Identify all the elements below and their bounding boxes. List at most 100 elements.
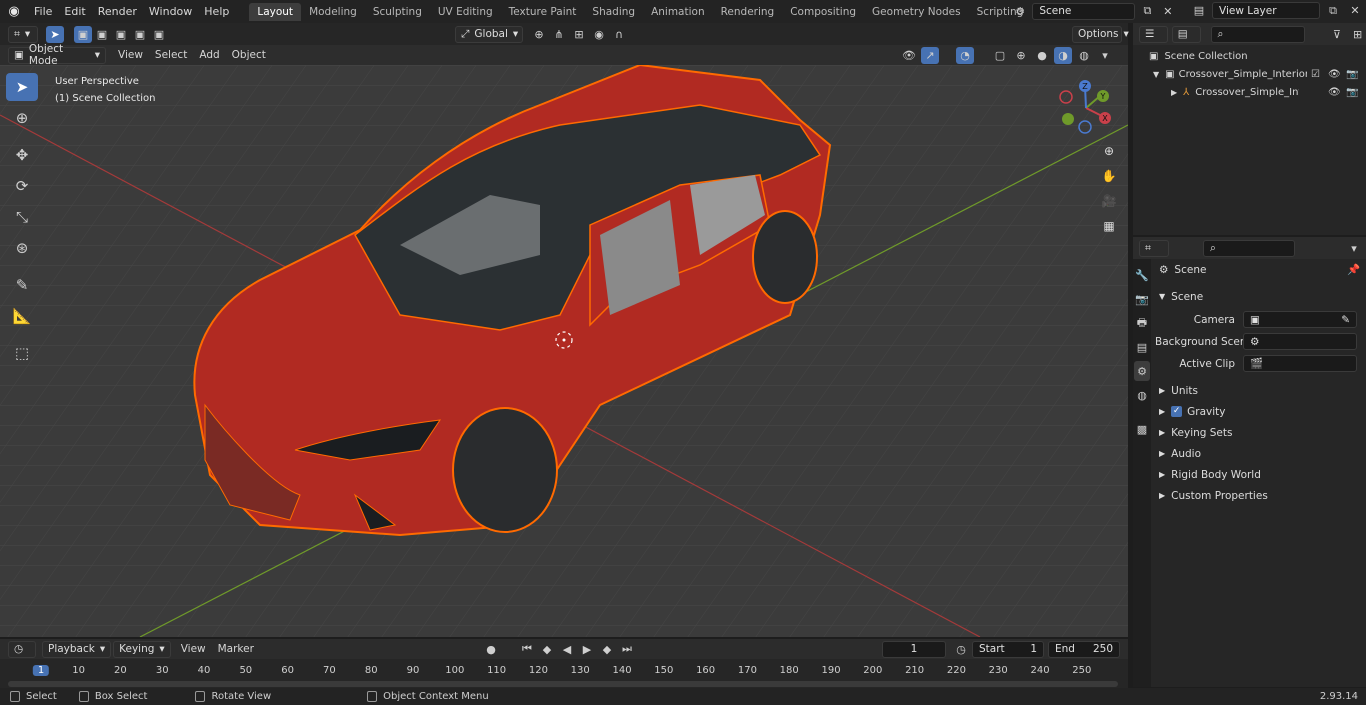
menu-add[interactable]: Add — [193, 49, 225, 61]
tab-layout[interactable]: Layout — [249, 2, 302, 21]
subpanel-keying-sets[interactable]: ▶ Keying Sets — [1155, 422, 1366, 443]
scene-name-field[interactable]: Scene — [1032, 2, 1136, 20]
select-extend-icon[interactable]: ▣ — [93, 26, 111, 43]
menu-view[interactable]: View — [112, 49, 149, 61]
overlay-toggle-icon[interactable]: ◔ — [956, 46, 974, 64]
wireframe-shading-icon[interactable]: ⊕ — [1012, 47, 1030, 64]
move-tool-icon[interactable]: ✥ — [6, 141, 38, 169]
preview-range-icon[interactable]: ◷ — [952, 641, 970, 658]
new-collection-icon[interactable]: ⊞ — [1349, 26, 1366, 43]
transform-tool-icon[interactable]: ⊛ — [6, 234, 38, 262]
playback-menu[interactable]: Playback ▾ — [42, 640, 112, 658]
copy-scene-icon[interactable]: ⧉ — [1139, 3, 1155, 20]
menu-object[interactable]: Object — [226, 49, 272, 61]
scene-icon[interactable]: ⚙ — [1012, 3, 1028, 20]
snap-icon[interactable]: ⋔ — [550, 26, 568, 43]
pivot-point-icon[interactable]: ⊕ — [530, 26, 548, 43]
tab-compositing[interactable]: Compositing — [782, 3, 864, 21]
camera-view-icon[interactable]: 🎥 — [1098, 190, 1120, 212]
active-clip-field[interactable]: 🎬 — [1243, 355, 1357, 372]
rendered-shading-icon[interactable]: ◍ — [1075, 47, 1093, 64]
copy-view-layer-icon[interactable]: ⧉ — [1324, 2, 1342, 19]
select-subtract-icon[interactable]: ▣ — [112, 26, 130, 43]
ortho-grid-icon[interactable]: ▦ — [1098, 215, 1120, 237]
visibility-icon[interactable]: 👁 — [900, 47, 918, 64]
measure-tool-icon[interactable]: 📐 — [6, 302, 38, 330]
timeline-scrollbar[interactable] — [8, 681, 1118, 687]
properties-editor-type-dropdown[interactable]: ⌗ — [1139, 239, 1169, 257]
scene-panel-header[interactable]: ▼ Scene — [1155, 286, 1366, 307]
eye-icon[interactable]: 👁 — [1328, 87, 1341, 98]
shading-options-icon[interactable]: ▾ — [1096, 47, 1114, 64]
editor-type-dropdown[interactable]: ⌗ ▾ — [8, 25, 38, 43]
play-reverse-icon[interactable]: ◀ — [558, 641, 576, 658]
options-dropdown[interactable]: Options ▾ — [1072, 25, 1129, 43]
view-layer-field[interactable]: View Layer — [1212, 2, 1320, 19]
display-mode-dropdown[interactable]: ▤ — [1171, 25, 1201, 43]
close-scene-icon[interactable]: ✕ — [1160, 3, 1176, 20]
tab-texture-paint[interactable]: Texture Paint — [501, 3, 585, 21]
neg-x-axis-icon[interactable] — [1059, 90, 1073, 104]
current-frame-field[interactable]: 1 — [882, 640, 946, 658]
tool-tab-icon[interactable]: 🔧 — [1134, 265, 1150, 285]
transform-orientation-dropdown[interactable]: ⤢ Global ▾ — [455, 25, 523, 43]
filter-icon[interactable]: ⊽ — [1329, 26, 1346, 43]
next-keyframe-icon[interactable]: ◆ — [598, 641, 616, 658]
render-tab-icon[interactable]: 📷 — [1134, 289, 1150, 309]
menu-help[interactable]: Help — [198, 5, 235, 18]
snap-target-icon[interactable]: ⊞ — [570, 26, 588, 43]
subpanel-gravity[interactable]: ▶ ✓ Gravity — [1155, 401, 1366, 422]
rotate-tool-icon[interactable]: ⟳ — [6, 172, 38, 200]
menu-window[interactable]: Window — [143, 5, 198, 18]
scale-tool-icon[interactable]: ⤡ — [6, 203, 38, 231]
tab-geometry-nodes[interactable]: Geometry Nodes — [864, 3, 969, 21]
select-intersect-icon[interactable]: ▣ — [150, 26, 168, 43]
menu-file[interactable]: File — [28, 5, 58, 18]
view-layer-icon[interactable]: ▤ — [1190, 2, 1208, 19]
blender-logo-icon[interactable]: ◉ — [0, 4, 28, 19]
select-invert-icon[interactable]: ▣ — [131, 26, 149, 43]
outliner-row-collection[interactable]: ▼ ▣ Crossover_Simple_Interior_Re ☑ 👁 📷 — [1133, 65, 1366, 83]
tab-modeling[interactable]: Modeling — [301, 3, 365, 21]
solid-shading-icon[interactable]: ● — [1033, 47, 1051, 64]
gravity-checkbox[interactable]: ✓ — [1171, 406, 1183, 417]
texture-tab-icon[interactable]: ▩ — [1134, 419, 1150, 439]
outliner-search-input[interactable]: ⌕ — [1210, 25, 1305, 43]
cursor-tool-icon[interactable]: ⊕ — [6, 104, 38, 132]
camera-field[interactable]: ▣ ✎ — [1243, 311, 1357, 328]
gizmo-toggle-icon[interactable]: ↗ — [921, 46, 939, 64]
background-scene-field[interactable]: ⚙ — [1243, 333, 1357, 350]
camera-icon[interactable]: 📷 — [1346, 87, 1358, 98]
chevron-down-icon[interactable]: ▾ — [1345, 240, 1363, 257]
record-icon[interactable]: ● — [482, 641, 500, 658]
collapse-chevron-icon[interactable]: ▼ — [1153, 70, 1159, 79]
zoom-icon[interactable]: ⊕ — [1098, 140, 1120, 162]
neg-z-axis-icon[interactable] — [1078, 120, 1092, 134]
pin-icon[interactable]: 📌 — [1347, 263, 1360, 276]
mode-dropdown[interactable]: ▣ Object Mode ▾ — [8, 43, 106, 67]
frame-ruler[interactable]: 1 10 20 30 40 50 60 70 80 90 100 110 120 130 140 150 160… — [0, 661, 1128, 679]
properties-search-input[interactable]: ⌕ — [1203, 239, 1295, 257]
close-view-layer-icon[interactable]: ✕ — [1346, 2, 1364, 19]
add-cube-tool-icon[interactable]: ⬚ — [6, 339, 38, 367]
menu-select[interactable]: Select — [149, 49, 193, 61]
jump-start-icon[interactable]: ⏮ — [518, 641, 536, 658]
subpanel-audio[interactable]: ▶ Audio — [1155, 443, 1366, 464]
xray-icon[interactable]: ▢ — [991, 47, 1009, 64]
current-frame-marker[interactable]: 1 — [32, 665, 50, 676]
keying-menu[interactable]: Keying ▾ — [113, 640, 171, 658]
tab-animation[interactable]: Animation — [643, 3, 713, 21]
pan-hand-icon[interactable]: ✋ — [1098, 165, 1120, 187]
subpanel-custom-properties[interactable]: ▶ Custom Properties — [1155, 485, 1366, 506]
menu-edit[interactable]: Edit — [58, 5, 91, 18]
outliner-row-object[interactable]: ▶ ⅄ Crossover_Simple_Interic 👁 📷 — [1133, 83, 1366, 101]
expand-chevron-icon[interactable]: ▶ — [1171, 88, 1177, 97]
proportional-edit-icon[interactable]: ◉ — [590, 26, 608, 43]
menu-render[interactable]: Render — [92, 5, 143, 18]
play-icon[interactable]: ▶ — [578, 641, 596, 658]
material-shading-icon[interactable]: ◑ — [1054, 46, 1072, 64]
end-frame-field[interactable]: End 250 — [1048, 640, 1120, 658]
timeline-marker-menu[interactable]: Marker — [212, 643, 260, 655]
outliner-row-scene-collection[interactable]: ▣ Scene Collection — [1133, 47, 1366, 65]
camera-icon[interactable]: 📷 — [1346, 69, 1358, 80]
